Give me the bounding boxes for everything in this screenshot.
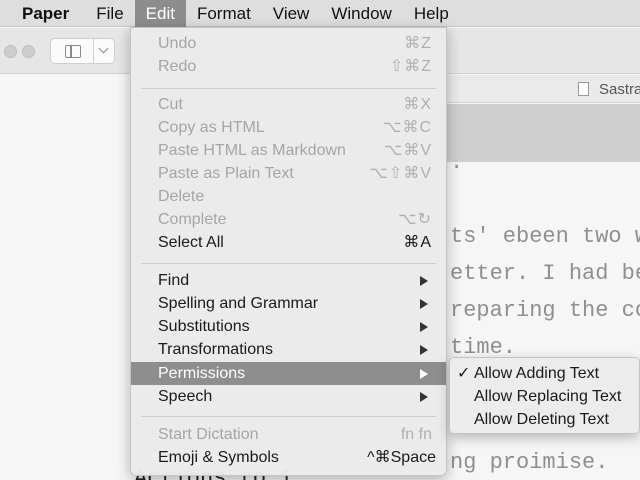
submenu-item-allow-replacing-text[interactable]: Allow Replacing Text	[450, 385, 639, 408]
toggle-sidebar-button[interactable]	[50, 38, 94, 64]
checkmark-icon: ✓	[457, 365, 471, 382]
shortcut: ⌘Z	[404, 35, 432, 52]
menu-item-delete[interactable]: Delete	[131, 185, 446, 208]
menu-item-label: Transformations	[158, 341, 273, 358]
sidebar-options-button[interactable]	[93, 38, 115, 64]
permissions-submenu: ✓ Allow Adding Text Allow Replacing Text…	[449, 357, 640, 434]
submenu-item-allow-deleting-text[interactable]: Allow Deleting Text	[450, 408, 639, 431]
menu-separator	[141, 88, 436, 89]
shortcut: ⌘A	[403, 234, 432, 251]
submenu-arrow-icon	[420, 299, 428, 309]
menu-item-substitutions[interactable]: Substitutions	[131, 315, 446, 338]
menu-item-find[interactable]: Find	[131, 269, 446, 292]
menu-item-complete[interactable]: Complete ⌥↻	[131, 208, 446, 231]
menu-separator	[141, 263, 436, 264]
menu-item-cut[interactable]: Cut ⌘X	[131, 93, 446, 116]
menu-item-label: Select All	[158, 234, 224, 251]
menu-window[interactable]: Window	[320, 0, 402, 27]
menu-item-label: Substitutions	[158, 318, 250, 335]
sidebar-icon	[65, 45, 81, 58]
menu-item-label: Complete	[158, 211, 227, 228]
menu-item-undo[interactable]: Undo ⌘Z	[131, 32, 446, 55]
submenu-item-label: Allow Adding Text	[474, 365, 600, 382]
menu-item-emoji-and-symbols[interactable]: Emoji & Symbols ^⌘Space	[131, 446, 446, 469]
menu-view[interactable]: View	[262, 0, 321, 27]
menu-item-label: Paste as Plain Text	[158, 165, 294, 182]
shortcut: ⌥↻	[398, 211, 432, 228]
shortcut: fn fn	[400, 426, 432, 443]
document-tab[interactable]: Sastra	[440, 75, 640, 103]
shortcut: ⌥⌘V	[383, 142, 432, 159]
menu-item-select-all[interactable]: Select All ⌘A	[131, 231, 446, 254]
document-tab-title: Sastra	[599, 81, 640, 98]
edit-menu: Undo ⌘Z Redo ⇧⌘Z Cut ⌘X Copy as HTML ⌥⌘C…	[130, 27, 447, 476]
submenu-arrow-icon	[420, 276, 428, 286]
shortcut: ^⌘Space	[367, 449, 436, 466]
submenu-arrow-icon	[420, 322, 428, 332]
menu-item-label: Speech	[158, 388, 213, 405]
menu-item-label: Redo	[158, 58, 197, 75]
window-zoom-button[interactable]	[4, 45, 17, 58]
shortcut: ⌘X	[403, 96, 432, 113]
document-line: reparing the co	[450, 298, 640, 323]
menu-item-label: Cut	[158, 96, 183, 113]
menu-item-copy-as-html[interactable]: Copy as HTML ⌥⌘C	[131, 116, 446, 139]
shortcut: ⌥⇧⌘V	[369, 165, 432, 182]
menu-item-label: Delete	[158, 188, 205, 205]
menu-item-label: Spelling and Grammar	[158, 295, 319, 312]
menu-format[interactable]: Format	[186, 0, 262, 27]
submenu-item-label: Allow Replacing Text	[474, 388, 622, 405]
shortcut: ⇧⌘Z	[389, 58, 432, 75]
menu-item-label: Paste HTML as Markdown	[158, 142, 346, 159]
shortcut: ⌥⌘C	[383, 119, 432, 136]
chevron-down-icon	[98, 43, 109, 54]
menu-item-permissions[interactable]: Permissions	[131, 362, 446, 385]
submenu-item-label: Allow Deleting Text	[474, 411, 609, 428]
menu-item-redo[interactable]: Redo ⇧⌘Z	[131, 55, 446, 78]
menu-item-speech[interactable]: Speech	[131, 385, 446, 408]
document-line: .	[450, 150, 464, 175]
menu-help[interactable]: Help	[403, 0, 460, 27]
menu-item-label: Undo	[158, 35, 197, 52]
document-line: etter. I had be	[450, 261, 640, 286]
menu-separator	[141, 416, 436, 417]
menu-item-label: Permissions	[158, 365, 246, 382]
menu-app-paper[interactable]: Paper	[0, 0, 85, 27]
document-line: ng proimise.	[450, 450, 609, 475]
submenu-item-allow-adding-text[interactable]: ✓ Allow Adding Text	[450, 362, 639, 385]
submenu-arrow-icon	[420, 369, 428, 379]
menu-item-label: Find	[158, 272, 190, 289]
menu-item-label: Start Dictation	[158, 426, 259, 443]
document-line: ts' ebeen two w	[450, 224, 640, 249]
menu-item-transformations[interactable]: Transformations	[131, 338, 446, 361]
editor-header-band	[440, 104, 640, 162]
document-icon	[578, 82, 589, 96]
window-fullscreen-button[interactable]	[22, 45, 35, 58]
menu-file[interactable]: File	[85, 0, 134, 27]
menu-item-label: Emoji & Symbols	[158, 449, 279, 466]
menu-item-start-dictation[interactable]: Start Dictation fn fn	[131, 423, 446, 446]
menu-edit[interactable]: Edit	[134, 0, 186, 27]
menu-item-paste-as-plain-text[interactable]: Paste as Plain Text ⌥⇧⌘V	[131, 162, 446, 185]
menu-item-paste-html-as-markdown[interactable]: Paste HTML as Markdown ⌥⌘V	[131, 139, 446, 162]
submenu-arrow-icon	[420, 392, 428, 402]
submenu-arrow-icon	[420, 345, 428, 355]
menu-bar: Paper File Edit Format View Window Help	[0, 0, 640, 27]
menu-item-label: Copy as HTML	[158, 119, 265, 136]
menu-item-spelling-and-grammar[interactable]: Spelling and Grammar	[131, 292, 446, 315]
